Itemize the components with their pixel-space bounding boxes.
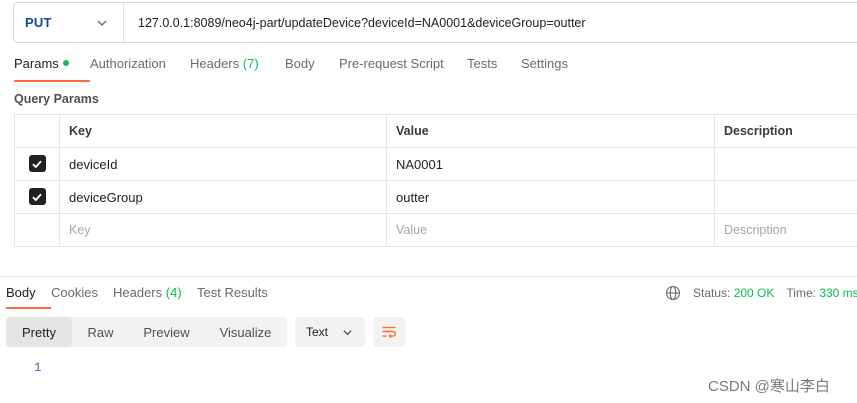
header-description: Description xyxy=(714,114,857,148)
new-param-row: Key Value Description xyxy=(14,213,857,247)
query-params-table: Key Value Description deviceId NA0001 de… xyxy=(14,114,857,247)
tab-body[interactable]: Body xyxy=(285,56,339,82)
request-url-bar: PUT xyxy=(13,2,857,43)
query-params-title: Query Params xyxy=(14,92,99,106)
method-select[interactable]: PUT xyxy=(14,3,124,42)
header-key: Key xyxy=(59,114,387,148)
value-placeholder[interactable]: Value xyxy=(386,213,715,247)
tab-cookies[interactable]: Cookies xyxy=(51,285,113,309)
line-number: 1 xyxy=(34,361,42,375)
view-mode-visualize[interactable]: Visualize xyxy=(204,317,287,347)
chevron-down-icon xyxy=(97,20,107,26)
table-row: deviceId NA0001 xyxy=(14,147,857,181)
chevron-down-icon xyxy=(343,330,352,336)
param-description[interactable] xyxy=(714,180,857,214)
checkmark-icon xyxy=(32,193,42,202)
view-mode-pretty[interactable]: Pretty xyxy=(6,317,72,347)
table-row: deviceGroup outter xyxy=(14,180,857,214)
response-status: Status: 200 OK Time: 330 ms xyxy=(665,285,857,301)
tab-pre-request-script[interactable]: Pre-request Script xyxy=(339,56,467,82)
param-key[interactable]: deviceId xyxy=(59,147,387,181)
view-mode-preview[interactable]: Preview xyxy=(129,317,204,347)
table-header-row: Key Value Description xyxy=(14,114,857,148)
header-checkbox-cell xyxy=(14,114,60,148)
param-description[interactable] xyxy=(714,147,857,181)
pane-divider[interactable] xyxy=(0,276,857,277)
tab-authorization[interactable]: Authorization xyxy=(90,56,190,82)
empty-checkbox-cell xyxy=(14,213,60,247)
wrap-lines-button[interactable] xyxy=(373,317,405,347)
format-select[interactable]: Text xyxy=(295,317,365,347)
param-checkbox[interactable] xyxy=(28,188,46,206)
view-mode-selector: Pretty Raw Preview Visualize xyxy=(6,317,287,347)
url-input[interactable] xyxy=(124,3,857,42)
response-tabs: Body Cookies Headers (4) Test Results xyxy=(6,285,277,309)
tab-tests[interactable]: Tests xyxy=(467,56,521,82)
format-label: Text xyxy=(306,325,329,339)
description-placeholder[interactable]: Description xyxy=(714,213,857,247)
param-checkbox[interactable] xyxy=(28,155,46,173)
wrap-lines-icon xyxy=(382,326,396,339)
tab-headers[interactable]: Headers (7) xyxy=(190,56,285,82)
key-placeholder[interactable]: Key xyxy=(59,213,387,247)
status-label: Status: xyxy=(693,286,731,300)
tab-response-headers[interactable]: Headers (4) xyxy=(113,285,197,309)
view-mode-raw[interactable]: Raw xyxy=(72,317,129,347)
tab-test-results[interactable]: Test Results xyxy=(197,285,277,309)
row-checkbox-cell xyxy=(14,147,60,181)
checkmark-icon xyxy=(32,160,42,169)
tab-settings[interactable]: Settings xyxy=(521,56,601,82)
request-tabs: Params Authorization Headers (7) Body Pr… xyxy=(14,56,601,82)
time-label: Time: xyxy=(786,286,816,300)
status-value[interactable]: 200 OK xyxy=(734,286,775,300)
row-checkbox-cell xyxy=(14,180,60,214)
tab-params[interactable]: Params xyxy=(14,56,90,82)
tab-response-body[interactable]: Body xyxy=(6,285,51,309)
param-value[interactable]: outter xyxy=(386,180,715,214)
param-key[interactable]: deviceGroup xyxy=(59,180,387,214)
params-indicator-dot xyxy=(62,60,69,66)
param-value[interactable]: NA0001 xyxy=(386,147,715,181)
header-value: Value xyxy=(386,114,715,148)
globe-icon[interactable] xyxy=(665,285,681,301)
method-label: PUT xyxy=(25,15,52,30)
time-value[interactable]: 330 ms xyxy=(819,286,857,300)
watermark-text: CSDN @寒山李白 xyxy=(708,378,830,395)
